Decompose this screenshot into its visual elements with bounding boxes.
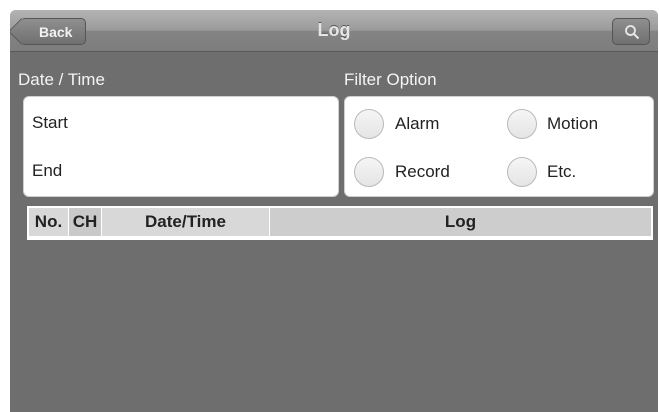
search-button[interactable] bbox=[612, 18, 650, 45]
column-header-date-time[interactable]: Date/Time bbox=[102, 208, 270, 236]
page-title: Log bbox=[317, 20, 351, 40]
start-field[interactable]: Start bbox=[32, 113, 68, 133]
filter-option-heading: Filter Option bbox=[344, 70, 437, 89]
record-radio[interactable] bbox=[354, 157, 384, 187]
column-header-no[interactable]: No. bbox=[29, 208, 69, 236]
column-header-log[interactable]: Log bbox=[270, 208, 651, 236]
date-time-heading: Date / Time bbox=[18, 70, 105, 89]
etc-radio[interactable] bbox=[507, 157, 537, 187]
back-button-label: Back bbox=[39, 23, 73, 40]
alarm-label: Alarm bbox=[395, 114, 440, 133]
motion-label: Motion bbox=[547, 114, 599, 133]
navigation-bar: Back Log bbox=[10, 10, 658, 52]
alarm-radio[interactable] bbox=[354, 109, 384, 139]
motion-radio[interactable] bbox=[507, 109, 537, 139]
etc-label: Etc. bbox=[547, 162, 577, 181]
column-header-ch[interactable]: CH bbox=[69, 208, 102, 236]
filter-option-panel: Alarm Motion Record Etc. bbox=[344, 96, 654, 197]
log-table-header: No. CH Date/Time Log bbox=[27, 206, 653, 240]
record-label: Record bbox=[395, 162, 450, 181]
log-screen: Back Log Date / Time Filter Option Start… bbox=[10, 10, 658, 412]
search-icon bbox=[625, 25, 640, 40]
date-time-panel: Start End bbox=[23, 96, 339, 197]
end-field[interactable]: End bbox=[32, 161, 62, 181]
